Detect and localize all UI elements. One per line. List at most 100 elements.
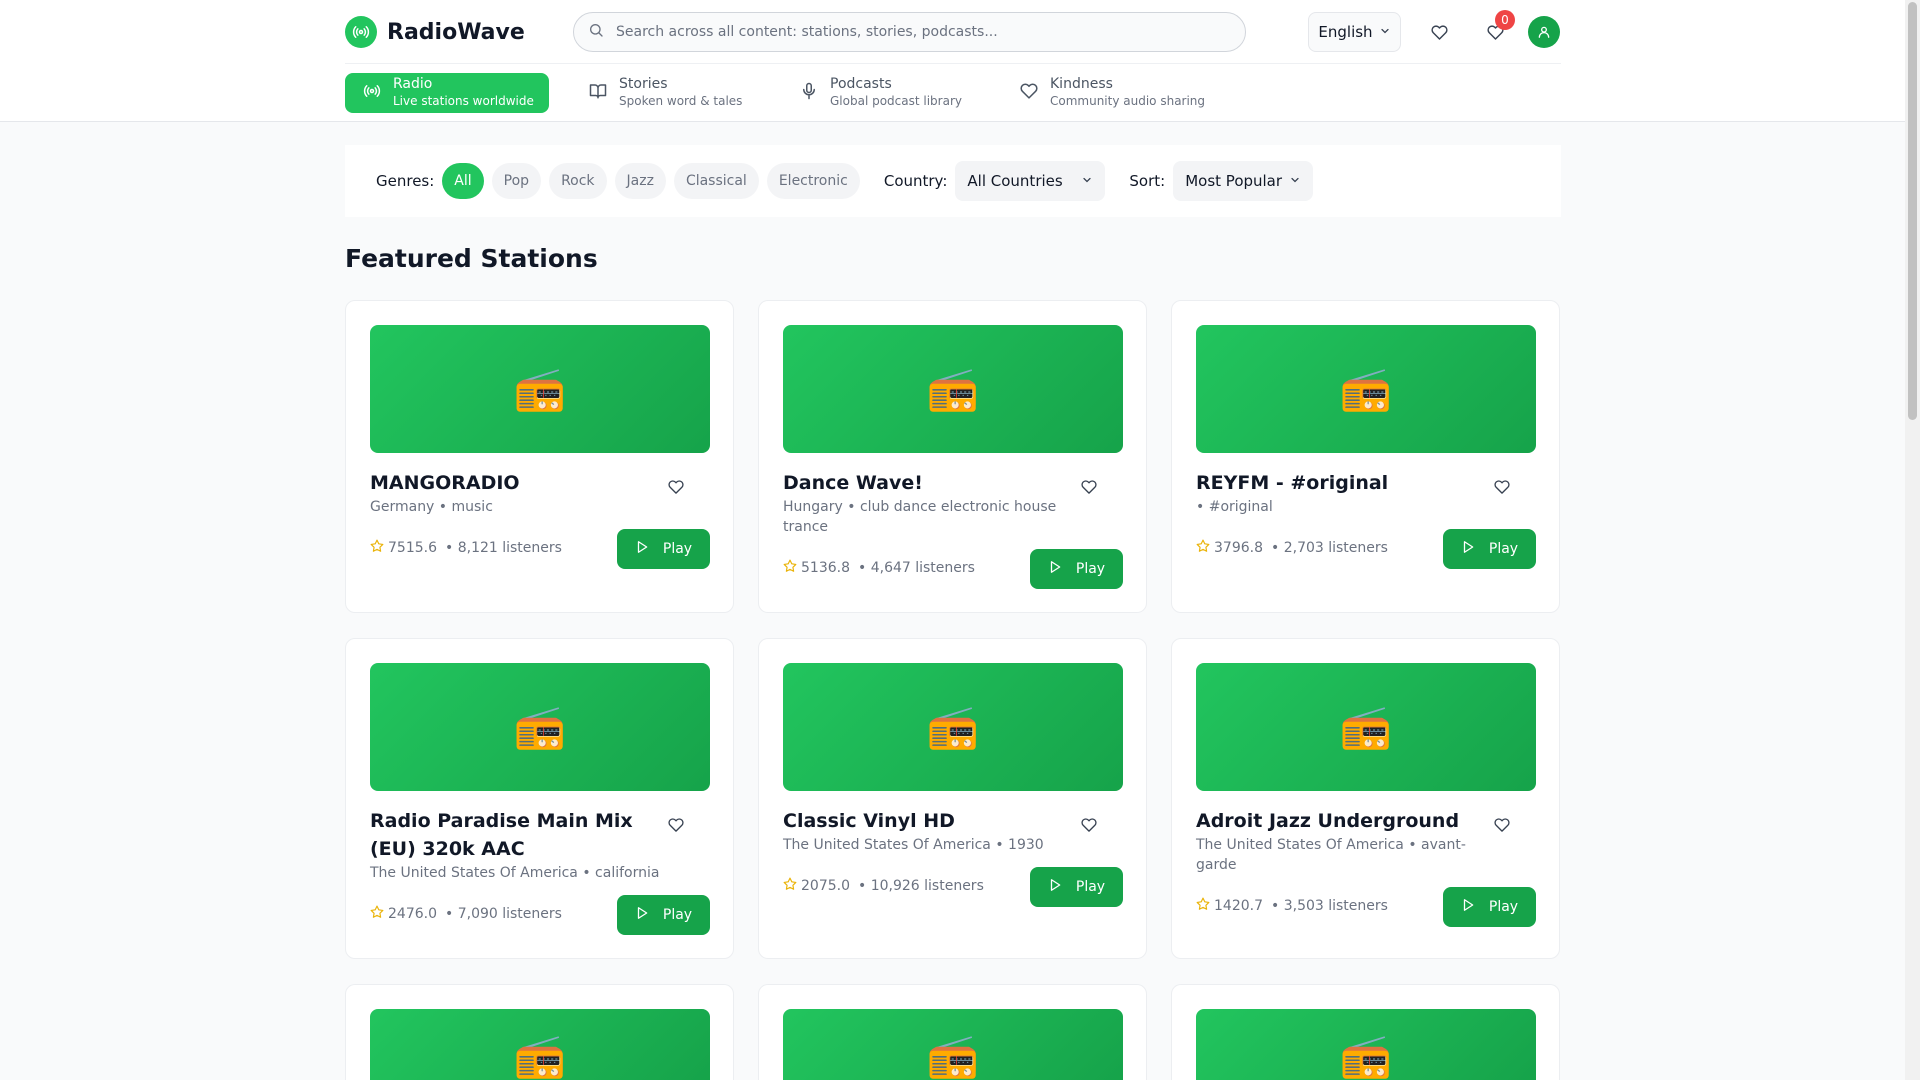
country-label: Country: xyxy=(883,172,948,190)
station-meta: Germany • music xyxy=(370,499,493,515)
header: RadioWave English 0 xyxy=(0,0,1905,122)
microphone-icon xyxy=(800,82,818,104)
genre-chip-rock[interactable]: Rock xyxy=(549,163,607,199)
radio-icon: 📻 xyxy=(370,325,710,453)
station-listeners: • 10,926 listeners xyxy=(858,878,984,894)
station-meta: Hungary • club dance electronic house tr… xyxy=(783,499,1057,535)
star-icon xyxy=(1196,897,1210,915)
radio-broadcast-icon xyxy=(363,82,381,104)
radio-icon: 📻 xyxy=(1196,325,1536,453)
station-score: 3796.8 xyxy=(1214,540,1263,556)
favorite-heart-icon[interactable] xyxy=(1492,815,1512,835)
play-label: Play xyxy=(1075,561,1106,577)
search-bar[interactable] xyxy=(573,12,1246,52)
nav-tab-podcasts[interactable]: Podcasts Global podcast library xyxy=(782,73,976,113)
station-listeners: • 8,121 listeners xyxy=(445,540,562,556)
play-button[interactable]: Play xyxy=(1443,529,1536,569)
language-select[interactable]: English xyxy=(1308,12,1401,52)
play-label: Play xyxy=(1075,879,1106,895)
station-meta: The United States Of America • avant-gar… xyxy=(1196,837,1466,873)
nav-sublabel: Live stations worldwide xyxy=(393,94,534,108)
station-name: Adroit Jazz Underground xyxy=(1196,810,1460,832)
nav-label: Stories xyxy=(619,76,668,92)
station-name: Radio Paradise Main Mix (EU) 320k AAC xyxy=(370,810,633,860)
favorite-heart-icon[interactable] xyxy=(666,477,686,497)
station-name: REYFM - #original xyxy=(1196,472,1389,494)
genre-chip-classical[interactable]: Classical xyxy=(673,163,759,199)
favorite-heart-icon[interactable] xyxy=(1079,815,1099,835)
play-button[interactable]: Play xyxy=(1443,887,1536,927)
station-meta: • #original xyxy=(1196,499,1273,515)
station-card[interactable]: 📻 Adroit Jazz Underground The United Sta… xyxy=(1171,638,1560,959)
station-card[interactable]: 📻 Dance Wave! Hungary • club dance elect… xyxy=(758,300,1147,613)
star-icon xyxy=(783,877,797,895)
station-stats: 5136.8 • 4,647 listeners xyxy=(783,559,975,577)
favorite-heart-icon[interactable] xyxy=(1079,477,1099,497)
play-button[interactable]: Play xyxy=(617,529,710,569)
scrollbar-thumb[interactable] xyxy=(1908,2,1917,420)
page-scrollbar[interactable] xyxy=(1905,0,1920,1080)
play-icon xyxy=(1048,560,1062,578)
nav-label: Kindness xyxy=(1050,76,1113,92)
star-icon xyxy=(1196,539,1210,557)
play-icon xyxy=(1461,898,1475,916)
station-card[interactable]: 📻 xyxy=(1171,984,1560,1080)
nav-label: Radio xyxy=(393,76,433,92)
station-card[interactable]: 📻 xyxy=(758,984,1147,1080)
radio-icon: 📻 xyxy=(783,325,1123,453)
section-title: Featured Stations xyxy=(345,244,598,273)
station-meta: The United States Of America • californi… xyxy=(370,865,660,881)
station-listeners: • 7,090 listeners xyxy=(445,906,562,922)
play-button[interactable]: Play xyxy=(1030,867,1123,907)
radio-icon: 📻 xyxy=(370,1009,710,1080)
filter-bar: Genres: All Pop Rock Jazz Classical Elec… xyxy=(345,145,1561,217)
play-label: Play xyxy=(1488,899,1519,915)
search-icon xyxy=(588,22,604,42)
sort-value: Most Popular xyxy=(1185,172,1283,190)
station-card[interactable]: 📻 MANGORADIO Germany • music 7515.6 • 8,… xyxy=(345,300,734,613)
radio-logo-icon xyxy=(345,16,377,48)
favorites-heart-icon[interactable] xyxy=(1427,20,1451,44)
search-input[interactable] xyxy=(616,24,1216,40)
nav-sublabel: Spoken word & tales xyxy=(619,94,743,108)
station-stats: 7515.6 • 8,121 listeners xyxy=(370,539,562,557)
radio-icon: 📻 xyxy=(1196,1009,1536,1080)
genre-chip-all[interactable]: All xyxy=(442,163,484,199)
station-card[interactable]: 📻 Classic Vinyl HD The United States Of … xyxy=(758,638,1147,959)
station-score: 2075.0 xyxy=(801,878,850,894)
station-listeners: • 3,503 listeners xyxy=(1271,898,1388,914)
app-name: RadioWave xyxy=(387,19,525,45)
station-card[interactable]: 📻 REYFM - #original • #original 3796.8 •… xyxy=(1171,300,1560,613)
play-button[interactable]: Play xyxy=(1030,549,1123,589)
genre-chip-electronic[interactable]: Electronic xyxy=(766,163,860,199)
chevron-down-icon xyxy=(1289,172,1301,190)
station-stats: 2075.0 • 10,926 listeners xyxy=(783,877,984,895)
nav-tab-radio[interactable]: Radio Live stations worldwide xyxy=(345,73,549,113)
logo[interactable]: RadioWave xyxy=(345,16,525,48)
radio-icon: 📻 xyxy=(783,1009,1123,1080)
sort-select[interactable]: Most Popular xyxy=(1173,161,1314,201)
user-avatar-icon[interactable] xyxy=(1528,16,1560,48)
header-top-bar: RadioWave English 0 xyxy=(345,0,1561,64)
nav-tab-kindness[interactable]: Kindness Community audio sharing xyxy=(1002,73,1219,113)
play-label: Play xyxy=(1488,541,1519,557)
genre-chip-pop[interactable]: Pop xyxy=(491,163,542,199)
station-score: 5136.8 xyxy=(801,560,850,576)
language-value: English xyxy=(1318,23,1373,41)
station-name: Classic Vinyl HD xyxy=(783,810,955,832)
country-select[interactable]: All Countries xyxy=(955,161,1106,201)
play-icon xyxy=(1048,878,1062,896)
country-value: All Countries xyxy=(967,172,1063,190)
station-card[interactable]: 📻 xyxy=(345,984,734,1080)
station-name: Dance Wave! xyxy=(783,472,923,494)
genres-label: Genres: xyxy=(376,172,435,190)
genre-chip-jazz[interactable]: Jazz xyxy=(614,163,666,199)
book-icon xyxy=(589,82,607,104)
play-button[interactable]: Play xyxy=(617,895,710,935)
station-card[interactable]: 📻 Radio Paradise Main Mix (EU) 320k AAC … xyxy=(345,638,734,959)
favorite-heart-icon[interactable] xyxy=(666,815,686,835)
favorite-heart-icon[interactable] xyxy=(1492,477,1512,497)
heart-icon xyxy=(1020,82,1038,104)
nav-tab-stories[interactable]: Stories Spoken word & tales xyxy=(571,73,756,113)
nav-sublabel: Global podcast library xyxy=(830,94,962,108)
